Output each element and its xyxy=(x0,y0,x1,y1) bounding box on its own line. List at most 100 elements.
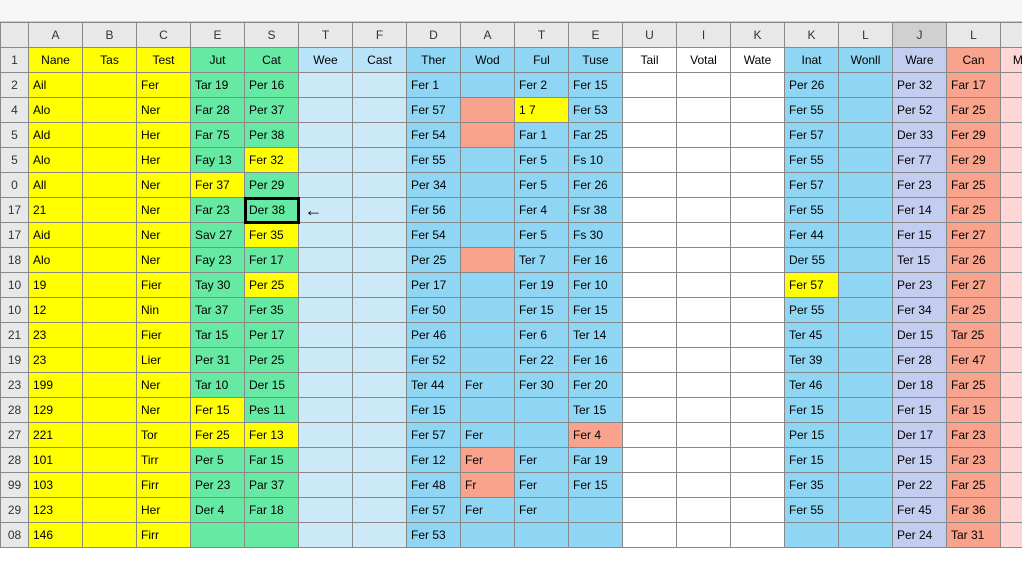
data-cell[interactable]: Par 37 xyxy=(245,473,299,498)
data-cell[interactable]: Fer 57 xyxy=(785,273,839,298)
data-cell[interactable]: Fer 5 xyxy=(515,223,569,248)
data-cell[interactable] xyxy=(83,398,137,423)
data-cell[interactable]: Far 25 xyxy=(947,473,1001,498)
data-cell[interactable]: Fer 15 xyxy=(893,223,947,248)
data-cell[interactable] xyxy=(731,248,785,273)
data-cell[interactable]: Fier xyxy=(137,273,191,298)
data-cell[interactable] xyxy=(461,123,515,148)
data-cell[interactable] xyxy=(1001,148,1022,173)
header-cell[interactable]: Wee xyxy=(299,48,353,73)
header-cell[interactable]: Inat xyxy=(785,48,839,73)
data-cell[interactable]: Fer 15 xyxy=(785,448,839,473)
data-cell[interactable]: Fsr 38 xyxy=(569,198,623,223)
data-cell[interactable] xyxy=(839,473,893,498)
data-cell[interactable]: 146 xyxy=(29,523,83,548)
data-cell[interactable]: Der 15 xyxy=(245,373,299,398)
data-cell[interactable]: Der 17 xyxy=(893,423,947,448)
header-cell[interactable]: Cat xyxy=(245,48,299,73)
data-cell[interactable]: Fer 15 xyxy=(569,473,623,498)
data-cell[interactable]: Fs 10 xyxy=(569,148,623,173)
data-cell[interactable] xyxy=(299,148,353,173)
data-cell[interactable]: Der 38 xyxy=(245,198,299,223)
data-cell[interactable] xyxy=(1001,348,1022,373)
data-cell[interactable]: Fier xyxy=(137,323,191,348)
row-header[interactable]: 28 xyxy=(1,398,29,423)
data-cell[interactable] xyxy=(299,423,353,448)
data-cell[interactable]: Fer 1 xyxy=(407,73,461,98)
data-cell[interactable] xyxy=(1001,98,1022,123)
data-cell[interactable]: Fer 30 xyxy=(515,373,569,398)
data-cell[interactable] xyxy=(83,498,137,523)
data-cell[interactable] xyxy=(839,523,893,548)
data-cell[interactable]: Alo xyxy=(29,148,83,173)
data-cell[interactable] xyxy=(83,198,137,223)
data-cell[interactable] xyxy=(1001,123,1022,148)
data-cell[interactable]: Per 26 xyxy=(785,73,839,98)
data-cell[interactable] xyxy=(623,73,677,98)
column-header[interactable]: S xyxy=(245,23,299,48)
data-cell[interactable] xyxy=(299,223,353,248)
data-cell[interactable]: Lier xyxy=(137,348,191,373)
data-cell[interactable]: Fer 55 xyxy=(785,498,839,523)
data-cell[interactable]: Fer 15 xyxy=(515,298,569,323)
data-cell[interactable]: Per 55 xyxy=(785,298,839,323)
column-header[interactable]: I xyxy=(677,23,731,48)
data-cell[interactable] xyxy=(839,348,893,373)
data-cell[interactable] xyxy=(83,473,137,498)
column-header[interactable]: E xyxy=(569,23,623,48)
data-cell[interactable]: Per 25 xyxy=(245,273,299,298)
data-cell[interactable] xyxy=(731,398,785,423)
data-cell[interactable] xyxy=(461,148,515,173)
data-cell[interactable]: 129 xyxy=(29,398,83,423)
data-cell[interactable]: Per 23 xyxy=(191,473,245,498)
data-cell[interactable] xyxy=(839,223,893,248)
data-cell[interactable]: Per 16 xyxy=(245,73,299,98)
data-cell[interactable]: Fer 29 xyxy=(947,123,1001,148)
data-cell[interactable]: Fer xyxy=(515,473,569,498)
data-cell[interactable]: Per 24 xyxy=(893,523,947,548)
data-cell[interactable] xyxy=(353,73,407,98)
data-cell[interactable] xyxy=(353,373,407,398)
column-header[interactable]: A xyxy=(29,23,83,48)
data-cell[interactable]: Ter 15 xyxy=(569,398,623,423)
data-cell[interactable]: Tay 30 xyxy=(191,273,245,298)
data-cell[interactable]: Fer 44 xyxy=(785,223,839,248)
column-header[interactable]: J xyxy=(893,23,947,48)
data-cell[interactable]: Fer 4 xyxy=(569,423,623,448)
data-cell[interactable]: Fer 52 xyxy=(407,348,461,373)
data-cell[interactable] xyxy=(299,273,353,298)
data-cell[interactable] xyxy=(677,248,731,273)
data-cell[interactable]: Fer 50 xyxy=(407,298,461,323)
data-cell[interactable] xyxy=(623,98,677,123)
data-cell[interactable]: Ner xyxy=(137,198,191,223)
data-cell[interactable]: Fer 4 xyxy=(515,198,569,223)
data-cell[interactable]: Far 25 xyxy=(569,123,623,148)
data-cell[interactable] xyxy=(677,448,731,473)
data-cell[interactable] xyxy=(461,98,515,123)
data-cell[interactable] xyxy=(839,273,893,298)
data-cell[interactable]: Fer 28 xyxy=(893,348,947,373)
data-cell[interactable] xyxy=(623,373,677,398)
data-cell[interactable]: Der 33 xyxy=(893,123,947,148)
data-cell[interactable] xyxy=(623,348,677,373)
data-cell[interactable] xyxy=(677,373,731,398)
data-cell[interactable] xyxy=(677,348,731,373)
data-cell[interactable] xyxy=(677,73,731,98)
data-cell[interactable]: Ner xyxy=(137,98,191,123)
header-cell[interactable]: Ful xyxy=(515,48,569,73)
data-cell[interactable] xyxy=(353,198,407,223)
data-cell[interactable] xyxy=(461,248,515,273)
data-cell[interactable] xyxy=(353,323,407,348)
data-cell[interactable]: Fer 20 xyxy=(569,373,623,398)
data-cell[interactable]: Fer 32 xyxy=(245,148,299,173)
data-cell[interactable]: Ter 7 xyxy=(515,248,569,273)
row-header[interactable]: 17 xyxy=(1,223,29,248)
data-cell[interactable] xyxy=(839,498,893,523)
data-cell[interactable]: Fer 15 xyxy=(407,398,461,423)
data-cell[interactable] xyxy=(677,273,731,298)
data-cell[interactable] xyxy=(623,223,677,248)
data-cell[interactable]: Fay 23 xyxy=(191,248,245,273)
data-cell[interactable] xyxy=(299,473,353,498)
column-header[interactable]: F xyxy=(1001,23,1022,48)
header-cell[interactable]: Can xyxy=(947,48,1001,73)
